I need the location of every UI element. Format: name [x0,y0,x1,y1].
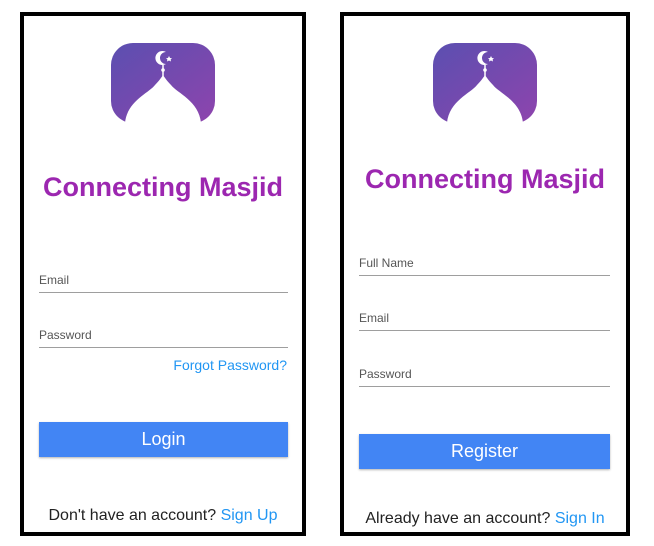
email-field[interactable] [359,305,610,331]
sign-up-link[interactable]: Sign Up [221,507,278,524]
full-name-input[interactable] [359,250,610,275]
password-field[interactable] [359,361,610,387]
password-input[interactable] [359,361,610,386]
masjid-logo-icon [111,43,215,123]
signin-footer: Already have an account? Sign In [344,510,626,528]
full-name-field[interactable] [359,250,610,276]
password-field[interactable] [39,322,288,348]
email-input[interactable] [359,305,610,330]
masjid-logo-icon [433,43,537,123]
signup-footer: Don't have an account? Sign Up [24,507,302,525]
app-title: Connecting Masjid [364,164,605,194]
email-input[interactable] [39,267,288,292]
email-field[interactable] [39,267,288,293]
register-screen: Connecting Masjid Register Already have … [340,12,630,536]
register-button[interactable]: Register [359,434,610,469]
password-input[interactable] [39,322,288,347]
login-screen: Connecting Masjid Forgot Password? Login… [20,12,306,536]
signin-prompt: Already have an account? [365,510,551,527]
forgot-password-link[interactable]: Forgot Password? [173,357,287,373]
signup-prompt: Don't have an account? [48,507,217,524]
login-button[interactable]: Login [39,422,288,457]
app-title: Connecting Masjid [42,172,283,202]
sign-in-link[interactable]: Sign In [555,510,605,527]
